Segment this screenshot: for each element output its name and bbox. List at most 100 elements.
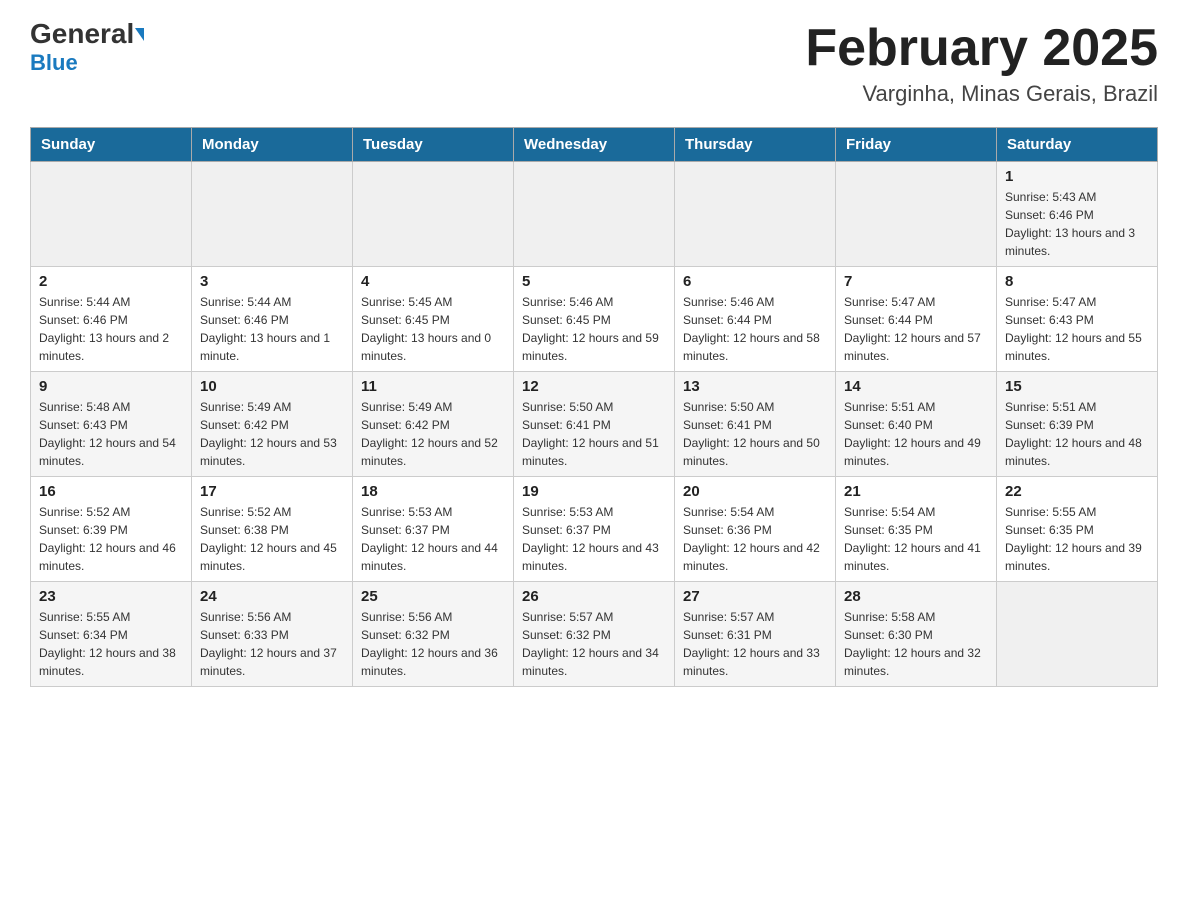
day-number: 9 bbox=[39, 378, 183, 395]
table-row bbox=[514, 162, 675, 267]
day-number: 10 bbox=[200, 378, 344, 395]
day-number: 12 bbox=[522, 378, 666, 395]
day-info: Sunrise: 5:49 AM Sunset: 6:42 PM Dayligh… bbox=[200, 398, 344, 470]
day-number: 28 bbox=[844, 588, 988, 605]
table-row: 1 Sunrise: 5:43 AM Sunset: 6:46 PM Daylig… bbox=[997, 162, 1158, 267]
day-info: Sunrise: 5:51 AM Sunset: 6:39 PM Dayligh… bbox=[1005, 398, 1149, 470]
day-number: 22 bbox=[1005, 483, 1149, 500]
calendar-week-row: 9Sunrise: 5:48 AM Sunset: 6:43 PM Daylig… bbox=[31, 372, 1158, 477]
logo-general: General bbox=[30, 20, 144, 48]
logo: General Blue bbox=[30, 20, 144, 76]
day-number: 25 bbox=[361, 588, 505, 605]
day-info: Sunrise: 5:45 AM Sunset: 6:45 PM Dayligh… bbox=[361, 293, 505, 365]
day-info: Sunrise: 5:58 AM Sunset: 6:30 PM Dayligh… bbox=[844, 608, 988, 680]
table-row: 22 Sunrise: 5:55 AM Sunset: 6:35 PM Dayli… bbox=[997, 477, 1158, 582]
day-number: 6 bbox=[683, 273, 827, 290]
table-row bbox=[353, 162, 514, 267]
day-info: Sunrise: 5:43 AM Sunset: 6:46 PM Dayligh… bbox=[1005, 188, 1149, 260]
day-info: Sunrise: 5:53 AM Sunset: 6:37 PM Dayligh… bbox=[522, 503, 666, 575]
table-row: 24 Sunrise: 5:56 AM Sunset: 6:33 PM Dayli… bbox=[192, 582, 353, 687]
logo-triangle-icon bbox=[135, 28, 144, 41]
calendar-week-row: 1 Sunrise: 5:43 AM Sunset: 6:46 PM Daylig… bbox=[31, 162, 1158, 267]
table-row: 7 Sunrise: 5:47 AM Sunset: 6:44 PM Daylig… bbox=[836, 267, 997, 372]
day-info: Sunrise: 5:53 AM Sunset: 6:37 PM Dayligh… bbox=[361, 503, 505, 575]
day-info: Sunrise: 5:46 AM Sunset: 6:44 PM Dayligh… bbox=[683, 293, 827, 365]
table-row: 8Sunrise: 5:47 AM Sunset: 6:43 PM Daylig… bbox=[997, 267, 1158, 372]
table-row bbox=[997, 582, 1158, 687]
day-number: 23 bbox=[39, 588, 183, 605]
day-number: 7 bbox=[844, 273, 988, 290]
day-info: Sunrise: 5:44 AM Sunset: 6:46 PM Dayligh… bbox=[39, 293, 183, 365]
day-number: 27 bbox=[683, 588, 827, 605]
day-number: 8 bbox=[1005, 273, 1149, 290]
table-row: 25 Sunrise: 5:56 AM Sunset: 6:32 PM Dayli… bbox=[353, 582, 514, 687]
table-row: 2 Sunrise: 5:44 AM Sunset: 6:46 PM Daylig… bbox=[31, 267, 192, 372]
day-number: 1 bbox=[1005, 168, 1149, 185]
day-info: Sunrise: 5:56 AM Sunset: 6:32 PM Dayligh… bbox=[361, 608, 505, 680]
table-row bbox=[675, 162, 836, 267]
table-row: 14 Sunrise: 5:51 AM Sunset: 6:40 PM Dayli… bbox=[836, 372, 997, 477]
table-row: 19 Sunrise: 5:53 AM Sunset: 6:37 PM Dayli… bbox=[514, 477, 675, 582]
col-tuesday: Tuesday bbox=[353, 128, 514, 162]
day-number: 18 bbox=[361, 483, 505, 500]
day-info: Sunrise: 5:51 AM Sunset: 6:40 PM Dayligh… bbox=[844, 398, 988, 470]
table-row: 16 Sunrise: 5:52 AM Sunset: 6:39 PM Dayli… bbox=[31, 477, 192, 582]
day-info: Sunrise: 5:57 AM Sunset: 6:31 PM Dayligh… bbox=[683, 608, 827, 680]
calendar-week-row: 2 Sunrise: 5:44 AM Sunset: 6:46 PM Daylig… bbox=[31, 267, 1158, 372]
table-row: 12 Sunrise: 5:50 AM Sunset: 6:41 PM Dayli… bbox=[514, 372, 675, 477]
page-header: General Blue February 2025 Varginha, Min… bbox=[30, 20, 1158, 107]
day-info: Sunrise: 5:54 AM Sunset: 6:35 PM Dayligh… bbox=[844, 503, 988, 575]
table-row bbox=[192, 162, 353, 267]
table-row: 3Sunrise: 5:44 AM Sunset: 6:46 PM Daylig… bbox=[192, 267, 353, 372]
table-row bbox=[836, 162, 997, 267]
table-row: 13Sunrise: 5:50 AM Sunset: 6:41 PM Dayli… bbox=[675, 372, 836, 477]
day-number: 24 bbox=[200, 588, 344, 605]
calendar-week-row: 16 Sunrise: 5:52 AM Sunset: 6:39 PM Dayli… bbox=[31, 477, 1158, 582]
table-row: 21 Sunrise: 5:54 AM Sunset: 6:35 PM Dayli… bbox=[836, 477, 997, 582]
table-row: 5 Sunrise: 5:46 AM Sunset: 6:45 PM Daylig… bbox=[514, 267, 675, 372]
day-info: Sunrise: 5:54 AM Sunset: 6:36 PM Dayligh… bbox=[683, 503, 827, 575]
table-row: 17Sunrise: 5:52 AM Sunset: 6:38 PM Dayli… bbox=[192, 477, 353, 582]
day-info: Sunrise: 5:47 AM Sunset: 6:44 PM Dayligh… bbox=[844, 293, 988, 365]
day-info: Sunrise: 5:49 AM Sunset: 6:42 PM Dayligh… bbox=[361, 398, 505, 470]
table-row bbox=[31, 162, 192, 267]
day-info: Sunrise: 5:50 AM Sunset: 6:41 PM Dayligh… bbox=[522, 398, 666, 470]
calendar-header-row: Sunday Monday Tuesday Wednesday Thursday… bbox=[31, 128, 1158, 162]
table-row: 15 Sunrise: 5:51 AM Sunset: 6:39 PM Dayli… bbox=[997, 372, 1158, 477]
day-number: 20 bbox=[683, 483, 827, 500]
col-thursday: Thursday bbox=[675, 128, 836, 162]
calendar-week-row: 23Sunrise: 5:55 AM Sunset: 6:34 PM Dayli… bbox=[31, 582, 1158, 687]
day-number: 5 bbox=[522, 273, 666, 290]
calendar-table: Sunday Monday Tuesday Wednesday Thursday… bbox=[30, 127, 1158, 687]
day-info: Sunrise: 5:50 AM Sunset: 6:41 PM Dayligh… bbox=[683, 398, 827, 470]
day-number: 2 bbox=[39, 273, 183, 290]
table-row: 18 Sunrise: 5:53 AM Sunset: 6:37 PM Dayli… bbox=[353, 477, 514, 582]
table-row: 4 Sunrise: 5:45 AM Sunset: 6:45 PM Daylig… bbox=[353, 267, 514, 372]
table-row: 6 Sunrise: 5:46 AM Sunset: 6:44 PM Daylig… bbox=[675, 267, 836, 372]
day-info: Sunrise: 5:52 AM Sunset: 6:39 PM Dayligh… bbox=[39, 503, 183, 575]
day-number: 14 bbox=[844, 378, 988, 395]
day-info: Sunrise: 5:52 AM Sunset: 6:38 PM Dayligh… bbox=[200, 503, 344, 575]
col-sunday: Sunday bbox=[31, 128, 192, 162]
day-number: 15 bbox=[1005, 378, 1149, 395]
day-number: 4 bbox=[361, 273, 505, 290]
table-row: 26Sunrise: 5:57 AM Sunset: 6:32 PM Dayli… bbox=[514, 582, 675, 687]
day-number: 26 bbox=[522, 588, 666, 605]
day-number: 11 bbox=[361, 378, 505, 395]
col-monday: Monday bbox=[192, 128, 353, 162]
day-number: 21 bbox=[844, 483, 988, 500]
day-info: Sunrise: 5:55 AM Sunset: 6:35 PM Dayligh… bbox=[1005, 503, 1149, 575]
day-info: Sunrise: 5:46 AM Sunset: 6:45 PM Dayligh… bbox=[522, 293, 666, 365]
calendar-subtitle: Varginha, Minas Gerais, Brazil bbox=[805, 81, 1158, 107]
calendar-title: February 2025 bbox=[805, 20, 1158, 77]
day-number: 16 bbox=[39, 483, 183, 500]
table-row: 11 Sunrise: 5:49 AM Sunset: 6:42 PM Dayli… bbox=[353, 372, 514, 477]
title-block: February 2025 Varginha, Minas Gerais, Br… bbox=[805, 20, 1158, 107]
col-saturday: Saturday bbox=[997, 128, 1158, 162]
col-wednesday: Wednesday bbox=[514, 128, 675, 162]
logo-blue: Blue bbox=[30, 50, 78, 76]
table-row: 10 Sunrise: 5:49 AM Sunset: 6:42 PM Dayli… bbox=[192, 372, 353, 477]
day-info: Sunrise: 5:56 AM Sunset: 6:33 PM Dayligh… bbox=[200, 608, 344, 680]
day-number: 19 bbox=[522, 483, 666, 500]
col-friday: Friday bbox=[836, 128, 997, 162]
